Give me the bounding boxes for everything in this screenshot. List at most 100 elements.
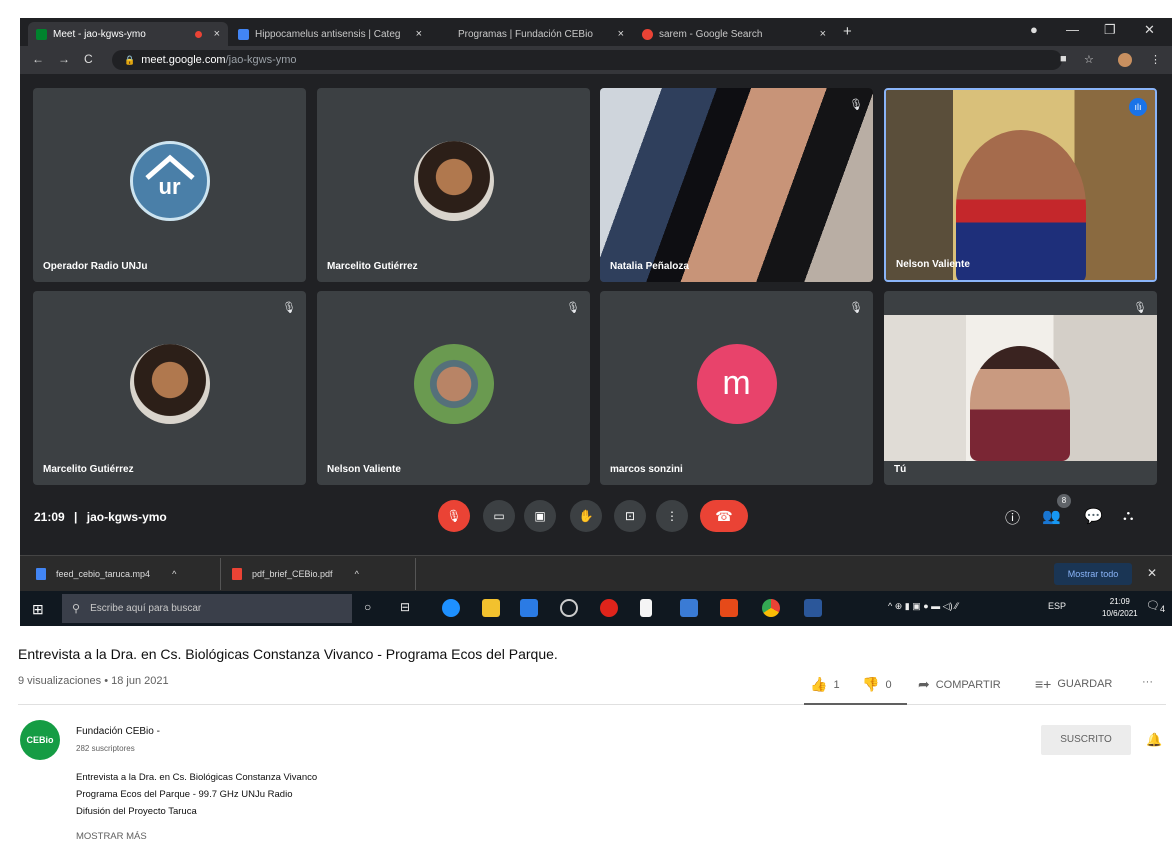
- taskbar-clock[interactable]: 21:09 10/6/2021: [1102, 596, 1138, 620]
- address-row: ← → C 🔒 meet.google.com /jao-kgws-ymo ■ …: [20, 46, 1172, 74]
- tab-label: sarem - Google Search: [659, 28, 763, 40]
- download-item[interactable]: feed_cebio_taruca.mp4 ^: [36, 564, 176, 584]
- participant-name: Nelson Valiente: [896, 259, 970, 270]
- taskbar-search[interactable]: ⚲ Escribe aquí para buscar: [62, 594, 352, 623]
- present-button[interactable]: ⊡: [614, 500, 646, 532]
- mic-off-icon: 🎙: [1133, 302, 1147, 314]
- people-icon[interactable]: 👥: [1042, 507, 1061, 525]
- like-button[interactable]: 👍 1: [810, 676, 840, 693]
- restore-icon[interactable]: ❐: [1104, 22, 1116, 38]
- participant-tile[interactable]: 🎙 m marcos sonzini: [600, 291, 873, 485]
- minimize-icon[interactable]: —: [1066, 22, 1079, 37]
- share-button[interactable]: ➦ COMPARTIR: [918, 676, 1001, 693]
- speaking-indicator-icon: ılı: [1129, 98, 1147, 116]
- participant-tile[interactable]: 🎙 Natalia Peñaloza: [600, 88, 873, 282]
- thumbs-down-icon: 👎: [862, 676, 880, 692]
- description-line: Programa Ecos del Parque - 99.7 GHz UNJu…: [76, 789, 293, 800]
- app-icon[interactable]: [680, 599, 698, 617]
- word-icon[interactable]: [804, 599, 822, 617]
- captions-button[interactable]: ▣: [524, 500, 556, 532]
- more-actions-button[interactable]: ···: [1142, 676, 1153, 688]
- participant-tile[interactable]: 🎙 Marcelito Gutiérrez: [33, 291, 306, 485]
- subscribed-button[interactable]: SUSCRITO: [1041, 725, 1131, 755]
- tab-close-icon[interactable]: ×: [610, 28, 624, 40]
- meeting-code: jao-kgws-ymo: [86, 510, 167, 524]
- camera-indicator-icon[interactable]: ■: [1060, 53, 1067, 65]
- participant-tile[interactable]: ur Operador Radio UNJu: [33, 88, 306, 282]
- windows-start-icon[interactable]: ⊞: [32, 601, 44, 618]
- notifications-icon[interactable]: 🗨4: [1146, 599, 1165, 614]
- chevron-up-icon[interactable]: ^: [355, 569, 359, 579]
- dislike-button[interactable]: 👎 0: [862, 676, 892, 693]
- edge-icon[interactable]: [442, 599, 460, 617]
- bookmark-star-icon[interactable]: ☆: [1084, 53, 1094, 66]
- tab-label: Meet - jao-kgws-ymo: [53, 28, 146, 40]
- url-host: meet.google.com: [141, 54, 226, 66]
- participant-tile-self[interactable]: 🎙 Tú: [884, 291, 1157, 485]
- avatar-text: ur: [158, 174, 181, 199]
- save-button[interactable]: ≡+ GUARDAR: [1035, 676, 1112, 692]
- chrome-icon[interactable]: [762, 599, 780, 617]
- download-item[interactable]: pdf_brief_CEBio.pdf ^: [232, 564, 359, 584]
- participant-name: Natalia Peñaloza: [610, 261, 689, 272]
- store-icon[interactable]: [520, 599, 538, 617]
- participant-tile[interactable]: ılı Nelson Valiente: [884, 88, 1157, 282]
- radio-logo-avatar: ur: [129, 141, 210, 221]
- office-icon[interactable]: [720, 599, 738, 617]
- profile-avatar[interactable]: [1118, 53, 1132, 67]
- people-count-badge: 8: [1057, 494, 1071, 508]
- url-bar[interactable]: 🔒 meet.google.com /jao-kgws-ymo: [112, 50, 1062, 70]
- tab-google-search[interactable]: sarem - Google Search ×: [634, 22, 834, 46]
- tab-close-icon[interactable]: ×: [812, 28, 826, 40]
- tab-cebio[interactable]: Programas | Fundación CEBio ×: [432, 22, 632, 46]
- participant-name: Operador Radio UNJu: [43, 261, 148, 272]
- tab-close-icon[interactable]: ×: [206, 28, 220, 40]
- file-explorer-icon[interactable]: [482, 599, 500, 617]
- language-indicator[interactable]: ESP: [1048, 601, 1066, 611]
- tab-meet[interactable]: Meet - jao-kgws-ymo ×: [28, 22, 228, 46]
- like-ratio-bar: [804, 703, 907, 705]
- mic-off-icon: 🎙: [849, 302, 863, 314]
- chrome-outline-icon[interactable]: [560, 599, 578, 617]
- notepad-icon[interactable]: [640, 599, 652, 617]
- screen-recording: Meet - jao-kgws-ymo × Hippocamelus antis…: [20, 18, 1172, 626]
- activities-icon[interactable]: ⛬: [1123, 507, 1134, 524]
- camera-toggle-button[interactable]: ▭: [483, 500, 515, 532]
- participant-tile[interactable]: 🎙 Nelson Valiente: [317, 291, 590, 485]
- task-view-icon[interactable]: ⊟: [400, 600, 410, 614]
- menu-kebab-icon[interactable]: ⋮: [1150, 53, 1161, 66]
- mic-off-icon: 🎙: [566, 302, 580, 314]
- description-line: Entrevista a la Dra. en Cs. Biológicas C…: [76, 772, 318, 783]
- system-tray-icons[interactable]: ^ ⊕ ▮ ▣ ● ▬ ◁) ⁄⁄: [888, 601, 958, 612]
- forward-icon[interactable]: →: [58, 52, 70, 66]
- participant-name: Nelson Valiente: [327, 464, 401, 475]
- channel-name[interactable]: Fundación CEBio -: [76, 726, 160, 737]
- chevron-up-icon[interactable]: ^: [172, 569, 176, 579]
- mic-toggle-button[interactable]: 🎙: [438, 500, 470, 532]
- show-more-button[interactable]: MOSTRAR MÁS: [76, 831, 147, 842]
- cortana-icon[interactable]: ○: [364, 600, 371, 614]
- tab-close-icon[interactable]: ×: [408, 28, 422, 40]
- back-icon[interactable]: ←: [32, 52, 44, 66]
- participant-tile[interactable]: Marcelito Gutiérrez: [317, 88, 590, 282]
- opera-icon[interactable]: [600, 599, 618, 617]
- hang-up-button[interactable]: ☎: [700, 500, 748, 532]
- subscriber-count: 282 suscriptores: [76, 744, 135, 753]
- window-close-icon[interactable]: ✕: [1144, 22, 1155, 38]
- letter-avatar: m: [696, 344, 777, 424]
- lock-icon: 🔒: [124, 54, 136, 65]
- channel-avatar[interactable]: CEBio: [20, 720, 60, 760]
- tab-hippocamelus[interactable]: Hippocamelus antisensis | Categ ×: [230, 22, 430, 46]
- more-options-button[interactable]: ⋮: [656, 500, 688, 532]
- profile-circle-icon[interactable]: ●: [1030, 22, 1038, 37]
- show-all-button[interactable]: Mostrar todo: [1054, 563, 1132, 585]
- chat-icon[interactable]: 💬: [1084, 507, 1103, 525]
- reload-icon[interactable]: C: [84, 52, 93, 66]
- close-downloads-icon[interactable]: ✕: [1147, 566, 1157, 580]
- notification-bell-icon[interactable]: 🔔: [1146, 732, 1162, 748]
- playlist-add-icon: ≡+: [1035, 676, 1052, 692]
- new-tab-button[interactable]: +: [843, 23, 852, 40]
- meeting-details-icon[interactable]: ⓘ: [1005, 507, 1020, 528]
- mic-off-icon: 🎙: [849, 99, 863, 111]
- raise-hand-button[interactable]: ✋: [570, 500, 602, 532]
